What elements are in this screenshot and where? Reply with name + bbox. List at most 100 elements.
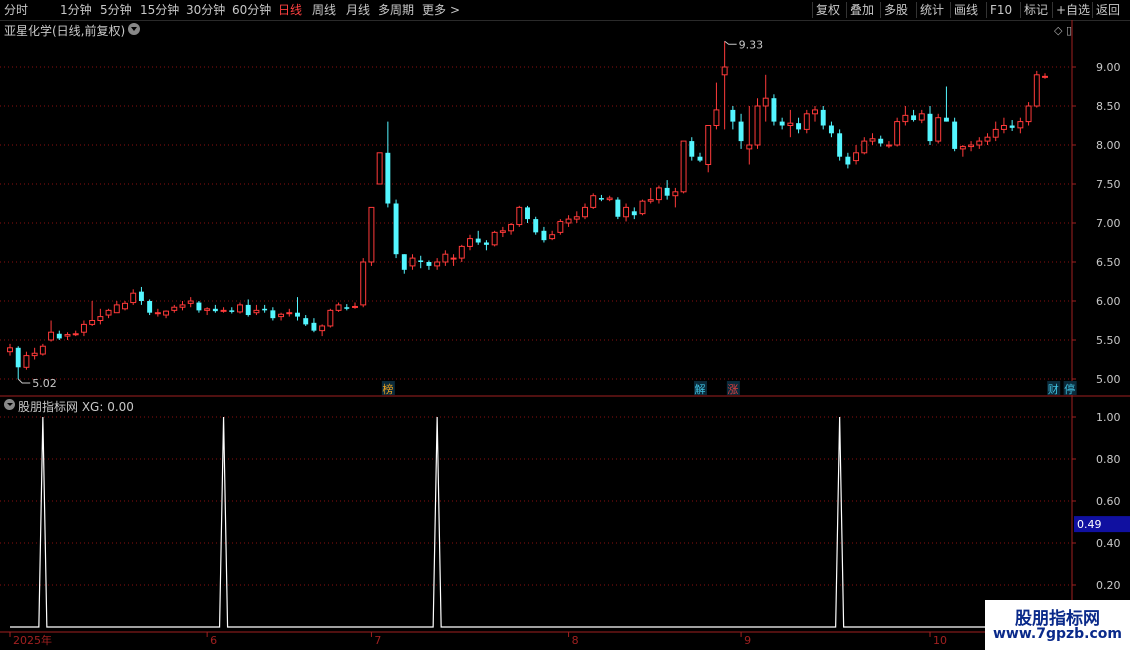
candle-body: [516, 206, 523, 226]
candle-body: [655, 187, 662, 201]
candle-body: [286, 312, 293, 315]
candle-body: [278, 313, 285, 318]
candle-body: [623, 206, 630, 218]
candle-body: [664, 187, 670, 196]
candle-body: [771, 98, 777, 122]
candle-body: [837, 133, 843, 157]
candle-body: [730, 109, 736, 122]
candle-body: [573, 216, 580, 220]
candle-body: [475, 238, 481, 243]
event-marker: 解: [695, 382, 706, 396]
indicator-tick-label: 0.40: [1096, 537, 1121, 550]
indicator-title: 股朋指标网 XG: 0.00: [18, 400, 134, 414]
candle-body: [697, 156, 703, 161]
low-price-label: 5.02: [32, 377, 57, 390]
candle-body: [138, 291, 144, 301]
candle-body: [48, 331, 55, 341]
candle-body: [606, 197, 613, 201]
date-tick-label: 2025年: [13, 633, 52, 647]
candle-body: [105, 309, 112, 316]
candle-body: [615, 199, 621, 217]
kline-chart[interactable]: 9.00 8.50 8.00 7.50 7.00 6.50 6.00 5.50 5.00 1.00…: [0, 0, 1130, 650]
indicator-dropdown-icon[interactable]: [4, 399, 15, 410]
candle-body: [820, 109, 826, 126]
candle-body: [598, 198, 604, 200]
candle-body: [434, 261, 441, 267]
candle-body: [319, 325, 326, 332]
candle-body: [713, 109, 720, 127]
candle-body: [179, 304, 186, 308]
candle-body: [154, 312, 161, 315]
candle-body: [295, 312, 300, 317]
candle-body: [499, 230, 506, 233]
candle-body: [935, 117, 942, 142]
candle-body: [204, 308, 211, 311]
candle-body: [984, 136, 991, 142]
candle-body: [270, 310, 276, 319]
candle-body: [72, 333, 79, 336]
candle-body: [869, 138, 876, 142]
candle-body: [1000, 125, 1007, 130]
date-tick-label: 9: [744, 634, 751, 647]
candle-body: [262, 308, 268, 311]
candle-body: [327, 309, 334, 327]
candle-body: [56, 333, 62, 339]
candle-body: [878, 138, 884, 144]
candle-body: [894, 121, 901, 146]
event-marker: 涨: [727, 383, 738, 396]
event-marker: 停: [1064, 382, 1075, 396]
candle-body: [467, 238, 473, 247]
candle-body: [171, 306, 178, 311]
indicator-value-label: 0.49: [1077, 518, 1102, 531]
candle-body: [483, 242, 489, 245]
candle-body: [968, 144, 975, 148]
candle-body: [39, 345, 46, 355]
candle-body: [672, 191, 679, 197]
candle-body: [853, 152, 860, 162]
candle-body: [680, 140, 687, 193]
candle-body: [1017, 121, 1024, 129]
candle-body: [7, 347, 13, 353]
candle-body: [557, 220, 564, 233]
candle-body: [376, 152, 383, 185]
candle-body: [902, 114, 909, 123]
candle-body: [787, 122, 794, 127]
title-dropdown-icon[interactable]: [128, 23, 140, 35]
candle-body: [927, 113, 933, 142]
candle-body: [163, 310, 170, 316]
candle-body: [952, 121, 958, 149]
candle-body: [196, 302, 202, 311]
candle-body: [738, 121, 744, 142]
candle-body: [450, 257, 457, 260]
candle-body: [89, 320, 96, 325]
candle-body: [689, 141, 695, 157]
candle-body: [458, 245, 465, 259]
candle-body: [582, 206, 588, 218]
candle-body: [754, 105, 761, 146]
candle-body: [64, 334, 71, 337]
candle-body: [828, 125, 834, 134]
candle-body: [911, 115, 917, 121]
candle-body: [762, 97, 769, 107]
low-marker-line: [17, 378, 31, 384]
candle-body: [212, 308, 218, 312]
price-tick-label: 6.50: [1096, 256, 1121, 269]
price-tick-label: 8.50: [1096, 100, 1121, 113]
candle-body: [237, 304, 243, 313]
candle-body: [229, 310, 235, 312]
candle-body: [549, 234, 556, 240]
xg-indicator-line: [10, 416, 1045, 628]
candle-body: [426, 262, 432, 266]
candle-body: [97, 316, 104, 322]
candle-body: [803, 113, 810, 130]
indicator-tick-label: 1.00: [1096, 411, 1121, 424]
candle-body: [647, 199, 654, 202]
candle-body: [1025, 105, 1032, 123]
candle-body: [253, 309, 260, 314]
candle-body: [147, 301, 153, 313]
candle-body: [335, 304, 342, 311]
candle-body: [525, 207, 530, 220]
watermark-logo: 股朋指标网 www.7gpzb.com: [985, 600, 1130, 650]
candle-body: [113, 304, 120, 314]
chart-options-icon[interactable]: ◇ ▯: [1054, 24, 1072, 37]
